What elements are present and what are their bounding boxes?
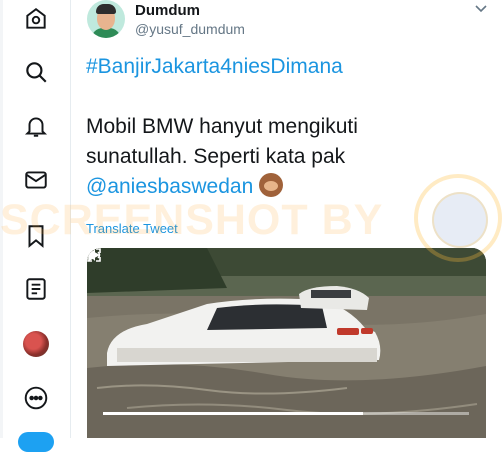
author-handle[interactable]: @yusuf_dumdum bbox=[135, 21, 245, 37]
author-display-name[interactable]: Dumdum bbox=[135, 2, 200, 19]
compose-tweet-button[interactable] bbox=[18, 432, 54, 452]
fullscreen-icon[interactable] bbox=[87, 248, 101, 262]
messages-icon[interactable] bbox=[22, 166, 50, 194]
video-player[interactable] bbox=[87, 248, 486, 438]
turnbackhoax-seal-watermark bbox=[414, 174, 502, 262]
see-no-evil-monkey-icon bbox=[259, 173, 284, 197]
screenshot-watermark: SCREENSHOT BY bbox=[0, 196, 384, 244]
seal-inner bbox=[432, 192, 488, 248]
video-progress-bar[interactable] bbox=[103, 412, 469, 415]
hashtag-link[interactable]: #BanjirJakarta4niesDimana bbox=[86, 55, 343, 78]
tweet-text-line-1: Mobil BMW hanyut mengikuti bbox=[86, 115, 358, 138]
video-progress-fill bbox=[103, 412, 363, 415]
search-icon[interactable] bbox=[22, 58, 50, 86]
chevron-down-icon[interactable] bbox=[474, 2, 488, 16]
author-avatar[interactable] bbox=[87, 0, 125, 38]
video-frame bbox=[87, 248, 486, 438]
more-icon[interactable] bbox=[22, 384, 50, 412]
avatar-hair bbox=[96, 4, 116, 14]
explore-icon[interactable] bbox=[22, 5, 50, 33]
lists-icon[interactable] bbox=[22, 275, 50, 303]
notifications-icon[interactable] bbox=[22, 112, 50, 140]
tweet-text-line-2: sunatullah. Seperti kata pak bbox=[86, 145, 346, 168]
mention-link[interactable]: @aniesbaswedan bbox=[86, 175, 253, 198]
profile-avatar[interactable] bbox=[23, 331, 49, 357]
